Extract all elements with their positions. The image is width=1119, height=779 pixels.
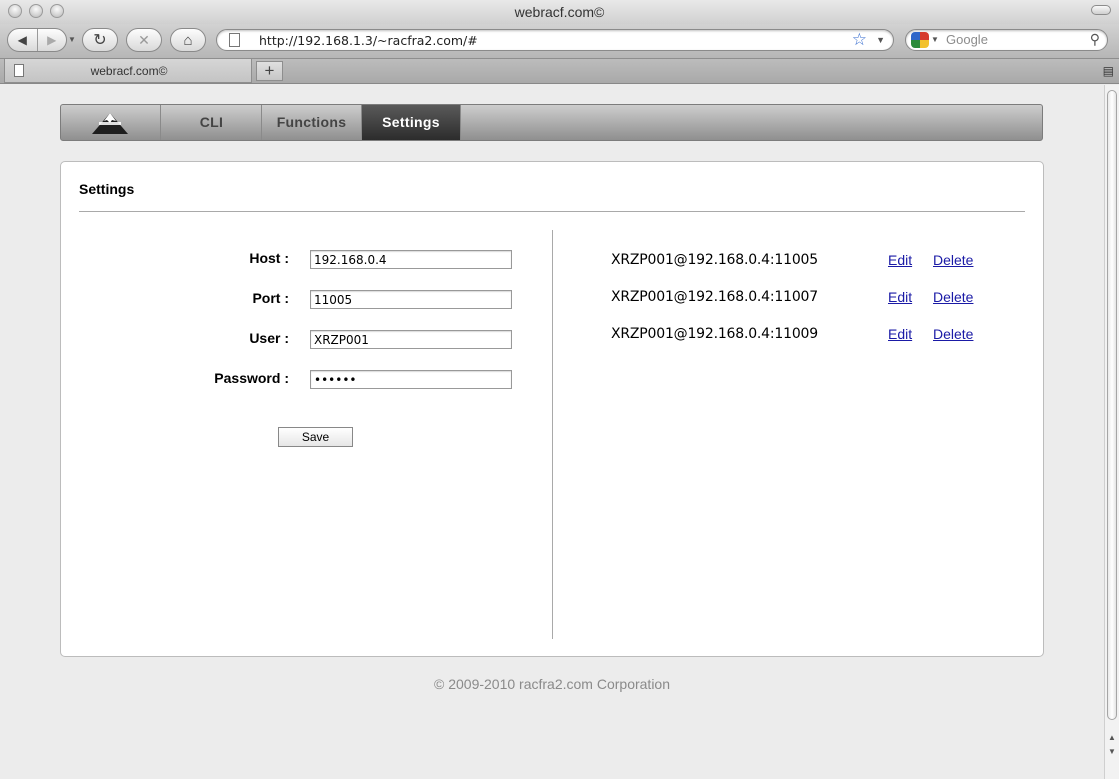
delete-link[interactable]: Delete [933,326,973,342]
tab-functions[interactable]: Functions [262,105,362,140]
browser-toolbar: ◀ ▶ ▼ ↻ ✕ ⌂ http://192.168.1.3/~racfra2.… [0,24,1119,59]
tab-strip: webracf.com© + ▤ [0,59,1119,84]
settings-panel: Settings Host : Port : User : Password :… [60,161,1044,657]
password-label: Password : [214,370,289,386]
new-tab-button[interactable]: + [256,61,283,81]
forward-arrow-icon[interactable]: ▶ [37,33,66,47]
search-engine-icon[interactable] [911,32,929,48]
window-title: webracf.com© [514,4,605,20]
bookmark-star-icon[interactable]: ☆ [852,30,867,50]
list-item: XRZP001@192.168.0.4:11009 Edit Delete [611,326,991,346]
main-navbar: CLI Functions Settings [60,104,1043,141]
scroll-down-icon[interactable]: ▼ [1108,747,1116,756]
port-input[interactable] [310,290,512,309]
tab-list-icon[interactable]: ▤ [1103,64,1114,78]
delete-link[interactable]: Delete [933,252,973,268]
history-dropdown-icon[interactable]: ▼ [68,35,76,44]
port-label: Port : [252,290,289,306]
tab-cli[interactable]: CLI [162,105,262,140]
password-input[interactable] [310,370,512,389]
page-viewport: CLI Functions Settings Settings Host : P… [0,85,1104,779]
page-icon [229,33,240,47]
tab-label: webracf.com© [90,64,168,78]
stop-icon: ✕ [138,31,150,48]
engine-dropdown-icon[interactable]: ▼ [931,35,939,44]
vertical-scrollbar[interactable]: ▲ ▼ [1104,85,1119,779]
list-item: XRZP001@192.168.0.4:11007 Edit Delete [611,289,991,309]
user-input[interactable] [310,330,512,349]
list-item: XRZP001@192.168.0.4:11005 Edit Delete [611,252,991,272]
back-arrow-icon[interactable]: ◀ [8,33,37,47]
panel-title: Settings [79,181,135,197]
connection-name: XRZP001@192.168.0.4:11005 [611,252,818,268]
footer-copyright: © 2009-2010 racfra2.com Corporation [434,676,670,692]
edit-link[interactable]: Edit [888,289,912,305]
column-divider [552,230,553,639]
reload-button[interactable]: ↻ [82,28,118,52]
url-dropdown-icon[interactable]: ▼ [876,35,885,45]
toolbar-toggle-button[interactable] [1091,5,1111,15]
mountain-logo-icon[interactable] [61,105,161,140]
user-label: User : [249,330,289,346]
browser-tab-active[interactable]: webracf.com© [4,59,252,83]
delete-link[interactable]: Delete [933,289,973,305]
save-button[interactable]: Save [278,427,353,447]
scroll-up-icon[interactable]: ▲ [1108,733,1116,742]
search-bar: ▼ ⚲ [905,29,1108,51]
home-button[interactable]: ⌂ [170,28,206,52]
host-label: Host : [249,250,289,266]
url-text[interactable]: http://192.168.1.3/~racfra2.com/# [259,33,478,48]
magnifier-icon[interactable]: ⚲ [1090,31,1100,48]
title-divider [79,211,1025,212]
host-input[interactable] [310,250,512,269]
edit-link[interactable]: Edit [888,252,912,268]
reload-icon: ↻ [93,32,107,49]
connection-name: XRZP001@192.168.0.4:11007 [611,289,818,305]
connection-name: XRZP001@192.168.0.4:11009 [611,326,818,342]
window-titlebar: webracf.com© [0,0,1119,24]
home-icon: ⌂ [183,31,193,49]
stop-button[interactable]: ✕ [126,28,162,52]
edit-link[interactable]: Edit [888,326,912,342]
tab-settings[interactable]: Settings [362,105,461,140]
address-bar[interactable]: http://192.168.1.3/~racfra2.com/# ☆ ▼ [216,29,894,51]
scroll-thumb[interactable] [1107,90,1117,720]
search-input[interactable] [946,32,1086,47]
back-forward-control: ◀ ▶ [7,28,67,52]
